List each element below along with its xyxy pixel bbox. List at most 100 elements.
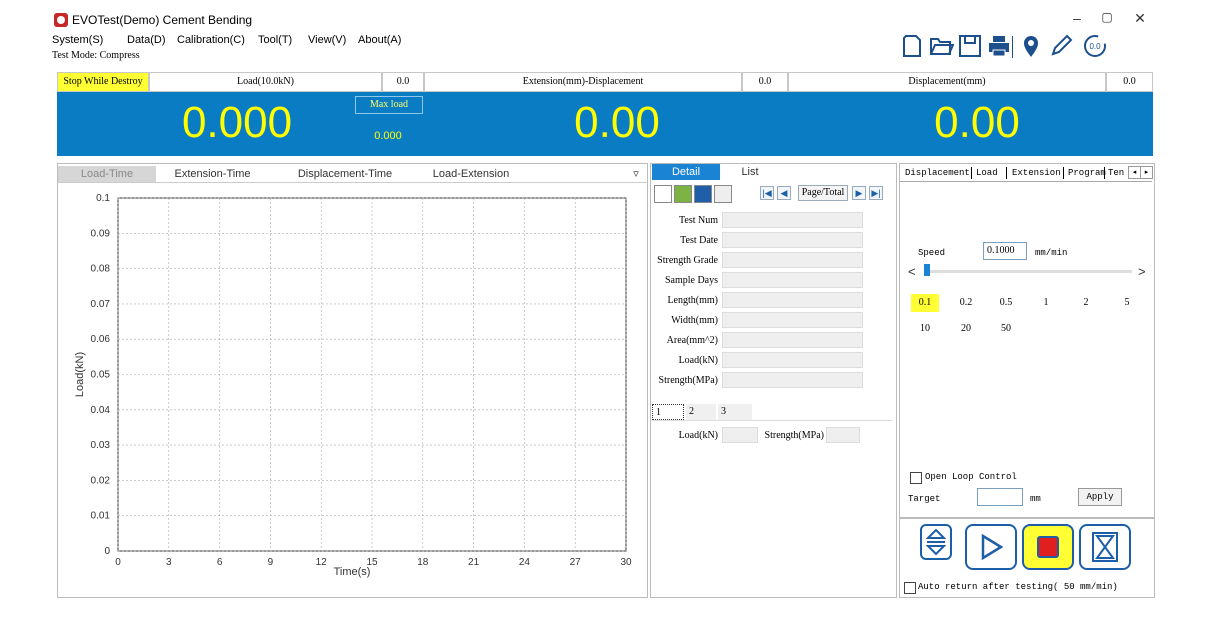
speed-input[interactable]: 0.1000 xyxy=(983,242,1027,260)
tab-extension-time[interactable]: Extension-Time xyxy=(160,166,265,182)
sample-strength-label: Strength(MPa) xyxy=(764,430,824,441)
location-icon[interactable] xyxy=(1018,33,1044,59)
speed-option-5[interactable]: 5 xyxy=(1113,294,1141,312)
pencil-icon[interactable] xyxy=(1048,33,1074,59)
close-button[interactable]: ✕ xyxy=(1130,10,1150,27)
x-axis-label: Time(s) xyxy=(334,566,371,578)
open-icon[interactable] xyxy=(928,33,955,59)
x-tick-label: 3 xyxy=(166,557,172,568)
tab-displacement[interactable]: Displacement xyxy=(905,166,970,180)
control-panel xyxy=(899,163,1155,518)
menu-tool[interactable]: Tool(T) xyxy=(258,34,292,46)
zero-icon[interactable]: 0.0 xyxy=(1082,33,1108,59)
maximize-button[interactable]: ▢ xyxy=(1097,10,1117,24)
field-length xyxy=(722,292,863,308)
tab-program[interactable]: Program xyxy=(1068,166,1106,180)
speed-option-1[interactable]: 1 xyxy=(1032,294,1060,312)
tabs-scroll-right-icon[interactable]: ▸ xyxy=(1140,166,1153,179)
speed-option-0-2[interactable]: 0.2 xyxy=(952,294,980,312)
open-record-icon[interactable] xyxy=(674,185,692,203)
chart-tabs-dropdown-icon[interactable]: ▿ xyxy=(630,166,642,182)
tab-tension[interactable]: Ten xyxy=(1108,166,1124,180)
tab-extension[interactable]: Extension xyxy=(1012,166,1061,180)
field-test-date xyxy=(722,232,863,248)
save-icon[interactable] xyxy=(957,33,983,59)
load-small-value: 0.0 xyxy=(382,72,424,92)
tab-load[interactable]: Load xyxy=(976,166,998,180)
menu-data[interactable]: Data(D) xyxy=(127,34,166,46)
tab-list[interactable]: List xyxy=(730,164,770,180)
prev-page-icon[interactable]: ◀ xyxy=(777,186,791,200)
y-tick-label: 0.09 xyxy=(91,228,111,239)
print-icon[interactable] xyxy=(986,33,1012,59)
tab-detail[interactable]: Detail xyxy=(652,164,720,180)
next-page-icon[interactable]: ▶ xyxy=(852,186,866,200)
last-page-icon[interactable]: ▶| xyxy=(869,186,883,200)
stop-while-destroy-button[interactable]: Stop While Destroy xyxy=(57,72,149,92)
field-label-test-num: Test Num xyxy=(678,215,718,226)
stop-test-button[interactable] xyxy=(1022,524,1074,570)
speed-slider-thumb[interactable] xyxy=(924,264,930,276)
field-label-strength: Strength(MPa) xyxy=(658,375,718,386)
field-strength-grade xyxy=(722,252,863,268)
speed-option-50[interactable]: 50 xyxy=(992,320,1020,338)
speed-option-2[interactable]: 2 xyxy=(1072,294,1100,312)
slider-left-icon[interactable]: < xyxy=(908,264,916,279)
first-page-icon[interactable]: |◀ xyxy=(760,186,774,200)
menu-system[interactable]: System(S) xyxy=(52,34,103,46)
readout-panel: Stop While Destroy Load(10.0kN) 0.0 Exte… xyxy=(57,72,1153,156)
field-label-load: Load(kN) xyxy=(678,355,718,366)
x-tick-label: 21 xyxy=(468,557,480,568)
max-load-value: 0.000 xyxy=(374,130,402,142)
x-tick-label: 30 xyxy=(620,557,632,568)
sample-tab-2[interactable]: 2 xyxy=(686,404,716,420)
manual-move-icon xyxy=(925,528,947,556)
sample-tab-1[interactable]: 1 xyxy=(652,404,684,420)
menu-calibration[interactable]: Calibration(C) xyxy=(177,34,245,46)
tab-load-extension[interactable]: Load-Extension xyxy=(420,166,522,182)
tab-load-time[interactable]: Load-Time xyxy=(58,166,156,182)
speed-slider-track[interactable] xyxy=(924,270,1132,273)
svg-text:0.0: 0.0 xyxy=(1089,42,1101,51)
new-icon[interactable] xyxy=(899,33,925,59)
speed-option-10[interactable]: 10 xyxy=(911,320,939,338)
x-tick-label: 6 xyxy=(217,557,223,568)
toolbar-divider xyxy=(1012,36,1013,58)
tab-displacement-time[interactable]: Displacement-Time xyxy=(286,166,404,182)
sample-tab-3[interactable]: 3 xyxy=(718,404,752,420)
y-tick-label: 0.05 xyxy=(91,370,111,381)
menu-about[interactable]: About(A) xyxy=(358,34,401,46)
speed-option-0-1[interactable]: 0.1 xyxy=(911,294,939,312)
minimize-button[interactable]: – xyxy=(1067,10,1087,26)
chart-svg: 0 3 6 9 12 15 18 21 24 27 3000.010.020.030.040.050… xyxy=(74,193,632,578)
new-record-icon[interactable] xyxy=(654,185,672,203)
target-label: Target xyxy=(908,494,941,504)
print-record-icon[interactable] xyxy=(714,185,732,203)
sample-tab-divider xyxy=(652,420,893,421)
extension-value: 0.00 xyxy=(574,98,660,147)
max-load-label: Max load xyxy=(355,96,423,114)
menu-view[interactable]: View(V) xyxy=(308,34,346,46)
x-tick-label: 12 xyxy=(316,557,328,568)
y-tick-label: 0.07 xyxy=(91,299,111,310)
open-loop-label: Open Loop Control xyxy=(925,472,1017,482)
open-loop-checkbox[interactable] xyxy=(910,472,922,484)
apply-button[interactable]: Apply xyxy=(1078,488,1122,506)
reset-test-button[interactable] xyxy=(1079,524,1131,570)
auto-return-checkbox[interactable] xyxy=(904,582,916,594)
field-sample-days xyxy=(722,272,863,288)
x-tick-label: 27 xyxy=(570,557,582,568)
sample-load-label: Load(kN) xyxy=(678,430,718,441)
speed-label: Speed xyxy=(918,248,946,258)
window-title: EVOTest(Demo) Cement Bending xyxy=(72,13,253,27)
slider-right-icon[interactable]: > xyxy=(1138,264,1146,279)
y-tick-label: 0.03 xyxy=(91,440,111,451)
auto-return-label: Auto return after testing( 50 mm/min) xyxy=(918,582,1118,592)
field-label-strength-grade: Strength Grade xyxy=(657,255,718,266)
speed-option-0-5[interactable]: 0.5 xyxy=(992,294,1020,312)
target-input[interactable] xyxy=(977,488,1023,506)
save-record-icon[interactable] xyxy=(694,185,712,203)
manual-move-button[interactable] xyxy=(920,524,952,560)
start-test-button[interactable] xyxy=(965,524,1017,570)
speed-option-20[interactable]: 20 xyxy=(952,320,980,338)
